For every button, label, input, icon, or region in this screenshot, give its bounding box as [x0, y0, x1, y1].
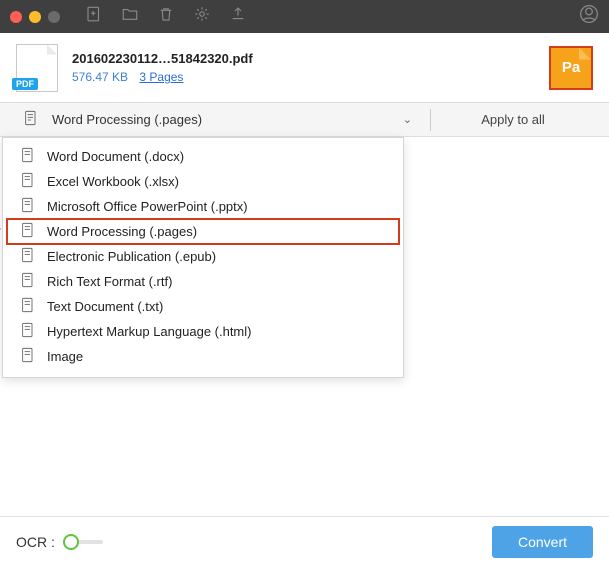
file-info-row: PDF 201602230112…51842320.pdf 576.47 KB …	[0, 33, 609, 103]
titlebar	[0, 0, 609, 33]
format-option-label: Image	[47, 349, 83, 364]
format-option-rtf[interactable]: Rich Text Format (.rtf)	[3, 269, 403, 294]
format-option-docx[interactable]: Word Document (.docx)	[3, 144, 403, 169]
document-icon	[21, 297, 35, 316]
ocr-toggle[interactable]	[63, 533, 103, 551]
format-option-label: Microsoft Office PowerPoint (.pptx)	[47, 199, 248, 214]
document-icon	[21, 147, 35, 166]
format-dropdown-trigger[interactable]: Word Processing (.pages) ⌄	[24, 110, 420, 129]
output-format-badge[interactable]: Pa	[549, 46, 593, 90]
convert-button[interactable]: Convert	[492, 526, 593, 558]
support-icon[interactable]	[579, 4, 599, 29]
format-option-label: Hypertext Markup Language (.html)	[47, 324, 251, 339]
format-option-pptx[interactable]: Microsoft Office PowerPoint (.pptx)	[3, 194, 403, 219]
format-option-image[interactable]: Image	[3, 344, 403, 369]
file-pages-link[interactable]: 3 Pages	[139, 70, 183, 84]
add-file-icon[interactable]	[85, 5, 103, 28]
document-icon	[21, 197, 35, 216]
maximize-window[interactable]	[48, 11, 60, 23]
format-option-txt[interactable]: Text Document (.txt)	[3, 294, 403, 319]
minimize-window[interactable]	[29, 11, 41, 23]
format-option-label: Electronic Publication (.epub)	[47, 249, 216, 264]
document-icon	[21, 347, 35, 366]
close-window[interactable]	[10, 11, 22, 23]
format-option-label: Rich Text Format (.rtf)	[47, 274, 172, 289]
document-icon	[21, 172, 35, 191]
document-icon	[21, 322, 35, 341]
selected-format-label: Word Processing (.pages)	[52, 112, 389, 127]
format-option-label: Excel Workbook (.xlsx)	[47, 174, 179, 189]
format-dropdown-menu: Word Document (.docx) Excel Workbook (.x…	[2, 137, 404, 378]
document-icon	[24, 110, 38, 129]
format-option-label: Word Document (.docx)	[47, 149, 184, 164]
upload-icon[interactable]	[229, 5, 247, 28]
file-size: 576.47 KB	[72, 70, 128, 84]
format-option-xlsx[interactable]: Excel Workbook (.xlsx)	[3, 169, 403, 194]
bottom-bar: OCR : Convert	[0, 516, 609, 566]
window-controls	[10, 11, 60, 23]
gear-icon[interactable]	[193, 5, 211, 28]
file-name: 201602230112…51842320.pdf	[72, 51, 535, 66]
format-badge-label: Pa	[562, 59, 580, 76]
format-option-label: Text Document (.txt)	[47, 299, 163, 314]
toolbar-icons	[85, 5, 247, 28]
file-details: 201602230112…51842320.pdf 576.47 KB 3 Pa…	[72, 51, 535, 84]
format-option-label: Word Processing (.pages)	[47, 224, 197, 239]
document-icon	[21, 247, 35, 266]
chevron-down-icon: ⌄	[403, 113, 412, 126]
document-icon	[21, 272, 35, 291]
format-option-html[interactable]: Hypertext Markup Language (.html)	[3, 319, 403, 344]
format-selector-bar: Word Processing (.pages) ⌄ Apply to all	[0, 103, 609, 137]
folder-icon[interactable]	[121, 5, 139, 28]
format-option-pages[interactable]: ✓ Word Processing (.pages)	[7, 219, 399, 244]
format-option-epub[interactable]: Electronic Publication (.epub)	[3, 244, 403, 269]
checkmark-icon: ✓	[0, 225, 3, 239]
divider	[430, 109, 431, 131]
trash-icon[interactable]	[157, 5, 175, 28]
file-thumbnail: PDF	[16, 44, 58, 92]
document-icon	[21, 222, 35, 241]
ocr-label: OCR :	[16, 534, 55, 550]
apply-to-all-button[interactable]: Apply to all	[441, 112, 585, 127]
pdf-badge: PDF	[12, 78, 38, 90]
